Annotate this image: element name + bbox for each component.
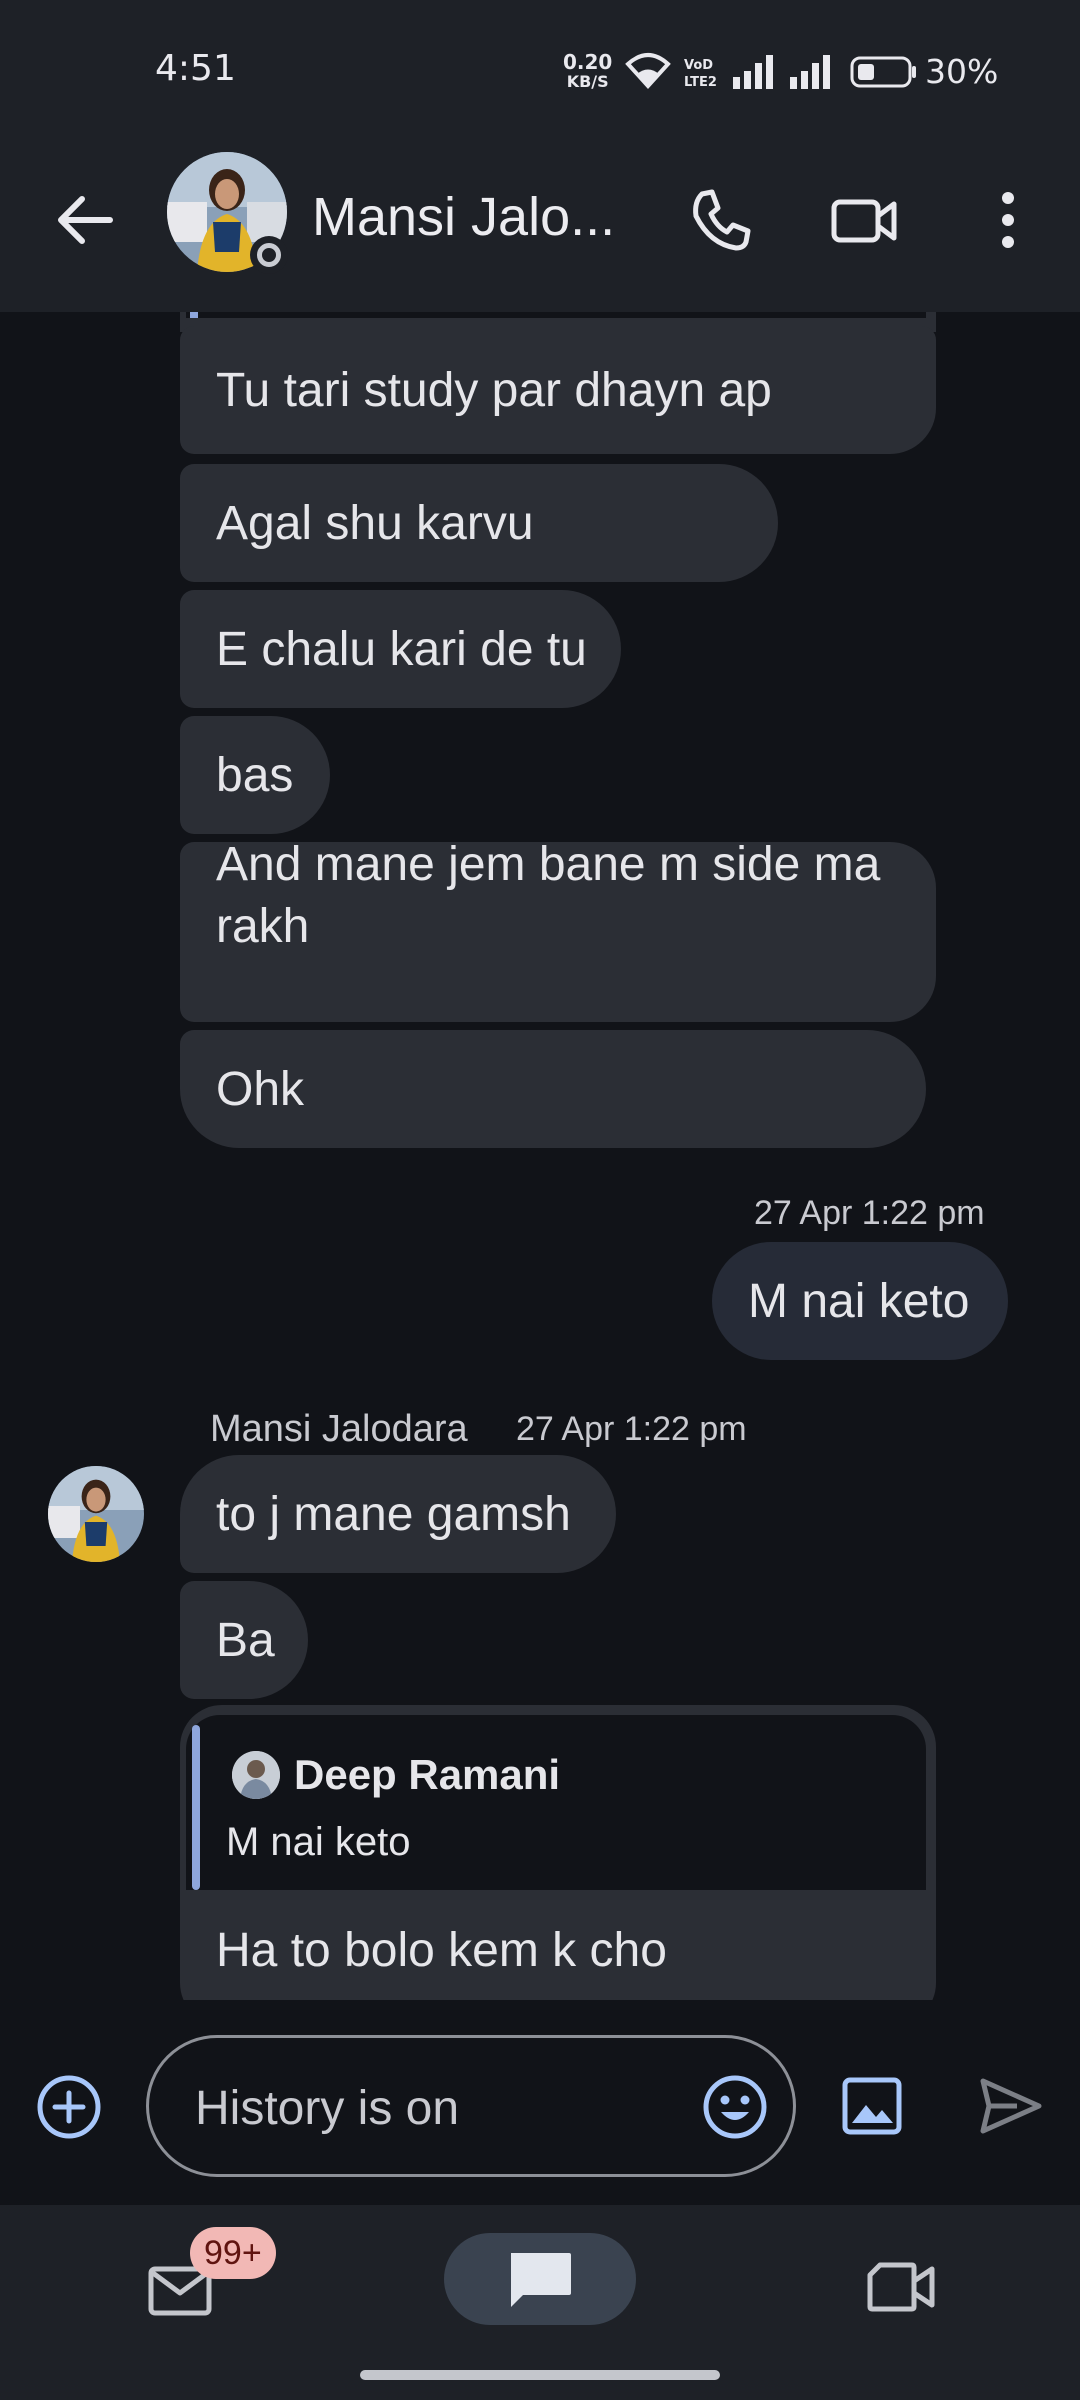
network-speed-value: 0.20 <box>563 50 613 74</box>
message-text: Tu tari study par dhayn ap <box>216 363 772 417</box>
volte-icon: VoD LTE2 <box>684 58 717 89</box>
reply-message-bubble[interactable]: Deep Ramani M nai keto Ha to bolo kem k … <box>180 1705 936 2000</box>
message-composer <box>0 2000 1080 2205</box>
message-text: Ba <box>216 1613 275 1667</box>
back-arrow-icon[interactable] <box>50 185 120 255</box>
message-timestamp: 27 Apr 1:22 pm <box>754 1194 985 1232</box>
message-bubble[interactable]: Ba <box>180 1581 308 1699</box>
image-icon[interactable] <box>842 2077 902 2135</box>
battery-icon <box>850 56 916 88</box>
send-icon[interactable] <box>977 2073 1043 2139</box>
contact-name[interactable]: Mansi Jalo... <box>312 186 615 248</box>
unread-badge: 99+ <box>190 2227 276 2279</box>
status-time: 4:51 <box>155 48 236 89</box>
message-text: Ha to bolo kem k cho <box>216 1924 667 1977</box>
chat-header: Mansi Jalo... <box>0 140 1080 312</box>
message-bubble[interactable]: And mane jem bane m side ma rakh <box>180 842 936 1022</box>
sender-name: Mansi Jalodara <box>210 1408 468 1450</box>
sender-avatar[interactable] <box>48 1466 144 1562</box>
message-text-line: rakh <box>216 900 310 953</box>
message-bubble[interactable]: Ohk <box>180 1030 926 1148</box>
presence-status-icon <box>250 236 288 274</box>
message-text: to j mane gamsh <box>216 1487 571 1541</box>
message-bubble[interactable]: Agal shu karvu <box>180 464 778 582</box>
message-text: Agal shu karvu <box>216 496 534 550</box>
message-timestamp: 27 Apr 1:22 pm <box>516 1410 747 1448</box>
signal-1-icon <box>733 55 773 89</box>
message-bubble[interactable]: Tu tari study par dhayn ap <box>180 326 936 454</box>
add-circle-icon[interactable] <box>36 2074 102 2140</box>
network-speed: 0.20 KB/S <box>563 52 612 92</box>
quoted-text: M nai keto <box>226 1820 411 1864</box>
phone-icon[interactable] <box>680 180 760 260</box>
video-call-icon[interactable] <box>824 180 904 260</box>
quoted-author-name: Deep Ramani <box>294 1751 561 1798</box>
message-bubble[interactable]: E chalu kari de tu <box>180 590 621 708</box>
quoted-author-avatar <box>232 1751 280 1799</box>
message-input[interactable] <box>195 2068 675 2148</box>
chat-icon[interactable] <box>505 2249 575 2313</box>
message-text: bas <box>216 748 294 802</box>
network-speed-unit: KB/S <box>566 72 609 91</box>
more-options-icon[interactable] <box>968 180 1048 260</box>
signal-2-icon <box>790 55 830 89</box>
message-text-line: And mane jem bane m side ma <box>216 842 881 891</box>
sent-message-bubble[interactable]: M nai keto <box>712 1242 1008 1360</box>
message-text: M nai keto <box>748 1274 970 1328</box>
message-text: Ohk <box>216 1062 305 1116</box>
message-bubble[interactable]: bas <box>180 716 330 834</box>
bottom-navigation: 99+ <box>0 2205 1080 2400</box>
message-bubble[interactable]: to j mane gamsh <box>180 1455 616 1573</box>
video-meet-icon[interactable] <box>866 2257 936 2317</box>
emoji-icon[interactable] <box>702 2074 768 2140</box>
quoted-reply-remnant-inner <box>186 312 926 318</box>
status-bar: 4:51 0.20 KB/S VoD LTE2 30% <box>0 0 1080 140</box>
quoted-message[interactable]: Deep Ramani M nai keto <box>186 1715 926 1890</box>
quote-bar <box>192 1725 200 1890</box>
battery-percent: 30% <box>925 52 999 91</box>
quoted-author-photo <box>232 1751 280 1799</box>
home-indicator[interactable] <box>360 2370 720 2380</box>
svg-text:LTE2: LTE2 <box>684 75 717 89</box>
sender-photo <box>48 1466 144 1562</box>
message-input-container[interactable] <box>146 2035 796 2177</box>
svg-text:VoD: VoD <box>684 58 713 73</box>
wifi-icon <box>625 53 671 89</box>
quote-bar <box>190 312 198 318</box>
message-text: E chalu kari de tu <box>216 622 587 676</box>
message-list[interactable]: Tu tari study par dhayn ap Agal shu karv… <box>0 312 1080 2000</box>
